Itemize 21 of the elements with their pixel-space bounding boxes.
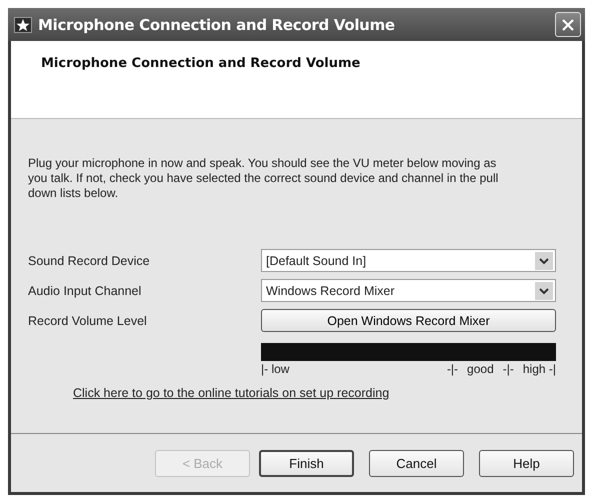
meter-scale-label: -|- [446, 362, 458, 376]
star-icon [14, 16, 32, 32]
open-mixer-button[interactable]: Open Windows Record Mixer [261, 309, 556, 332]
page-heading: Microphone Connection and Record Volume [41, 56, 360, 71]
close-button[interactable] [555, 12, 581, 37]
meter-scale-label: -|- [502, 362, 514, 376]
wizard-button[interactable]: Cancel [369, 450, 464, 476]
meter-scale-label: high -| [522, 362, 556, 376]
finish-button[interactable]: Finish [259, 450, 354, 476]
dropdown-field[interactable]: Windows Record Mixer [261, 279, 556, 302]
dropdown-field[interactable]: [Default Sound In] [261, 249, 556, 272]
window-title: Microphone Connection and Record Volume [38, 16, 396, 34]
field-label: Record Volume Level [28, 314, 148, 328]
close-icon [560, 16, 576, 32]
wizard-button[interactable]: Help [479, 450, 574, 476]
field-label: Audio Input Channel [28, 284, 142, 298]
meter-scale-label: good [467, 362, 494, 376]
field-label: Sound Record Device [28, 254, 151, 268]
instructions-text: Plug your microphone in now and speak. You should see the VU meter below moving as you talk. If not, check you have selected the correct sound device and channel in the pull down lists below. [28, 156, 500, 201]
tutorials-link[interactable]: Click here to go to the online tutorials on set up recording [73, 386, 390, 400]
meter-scale-label: |- low [261, 362, 290, 376]
